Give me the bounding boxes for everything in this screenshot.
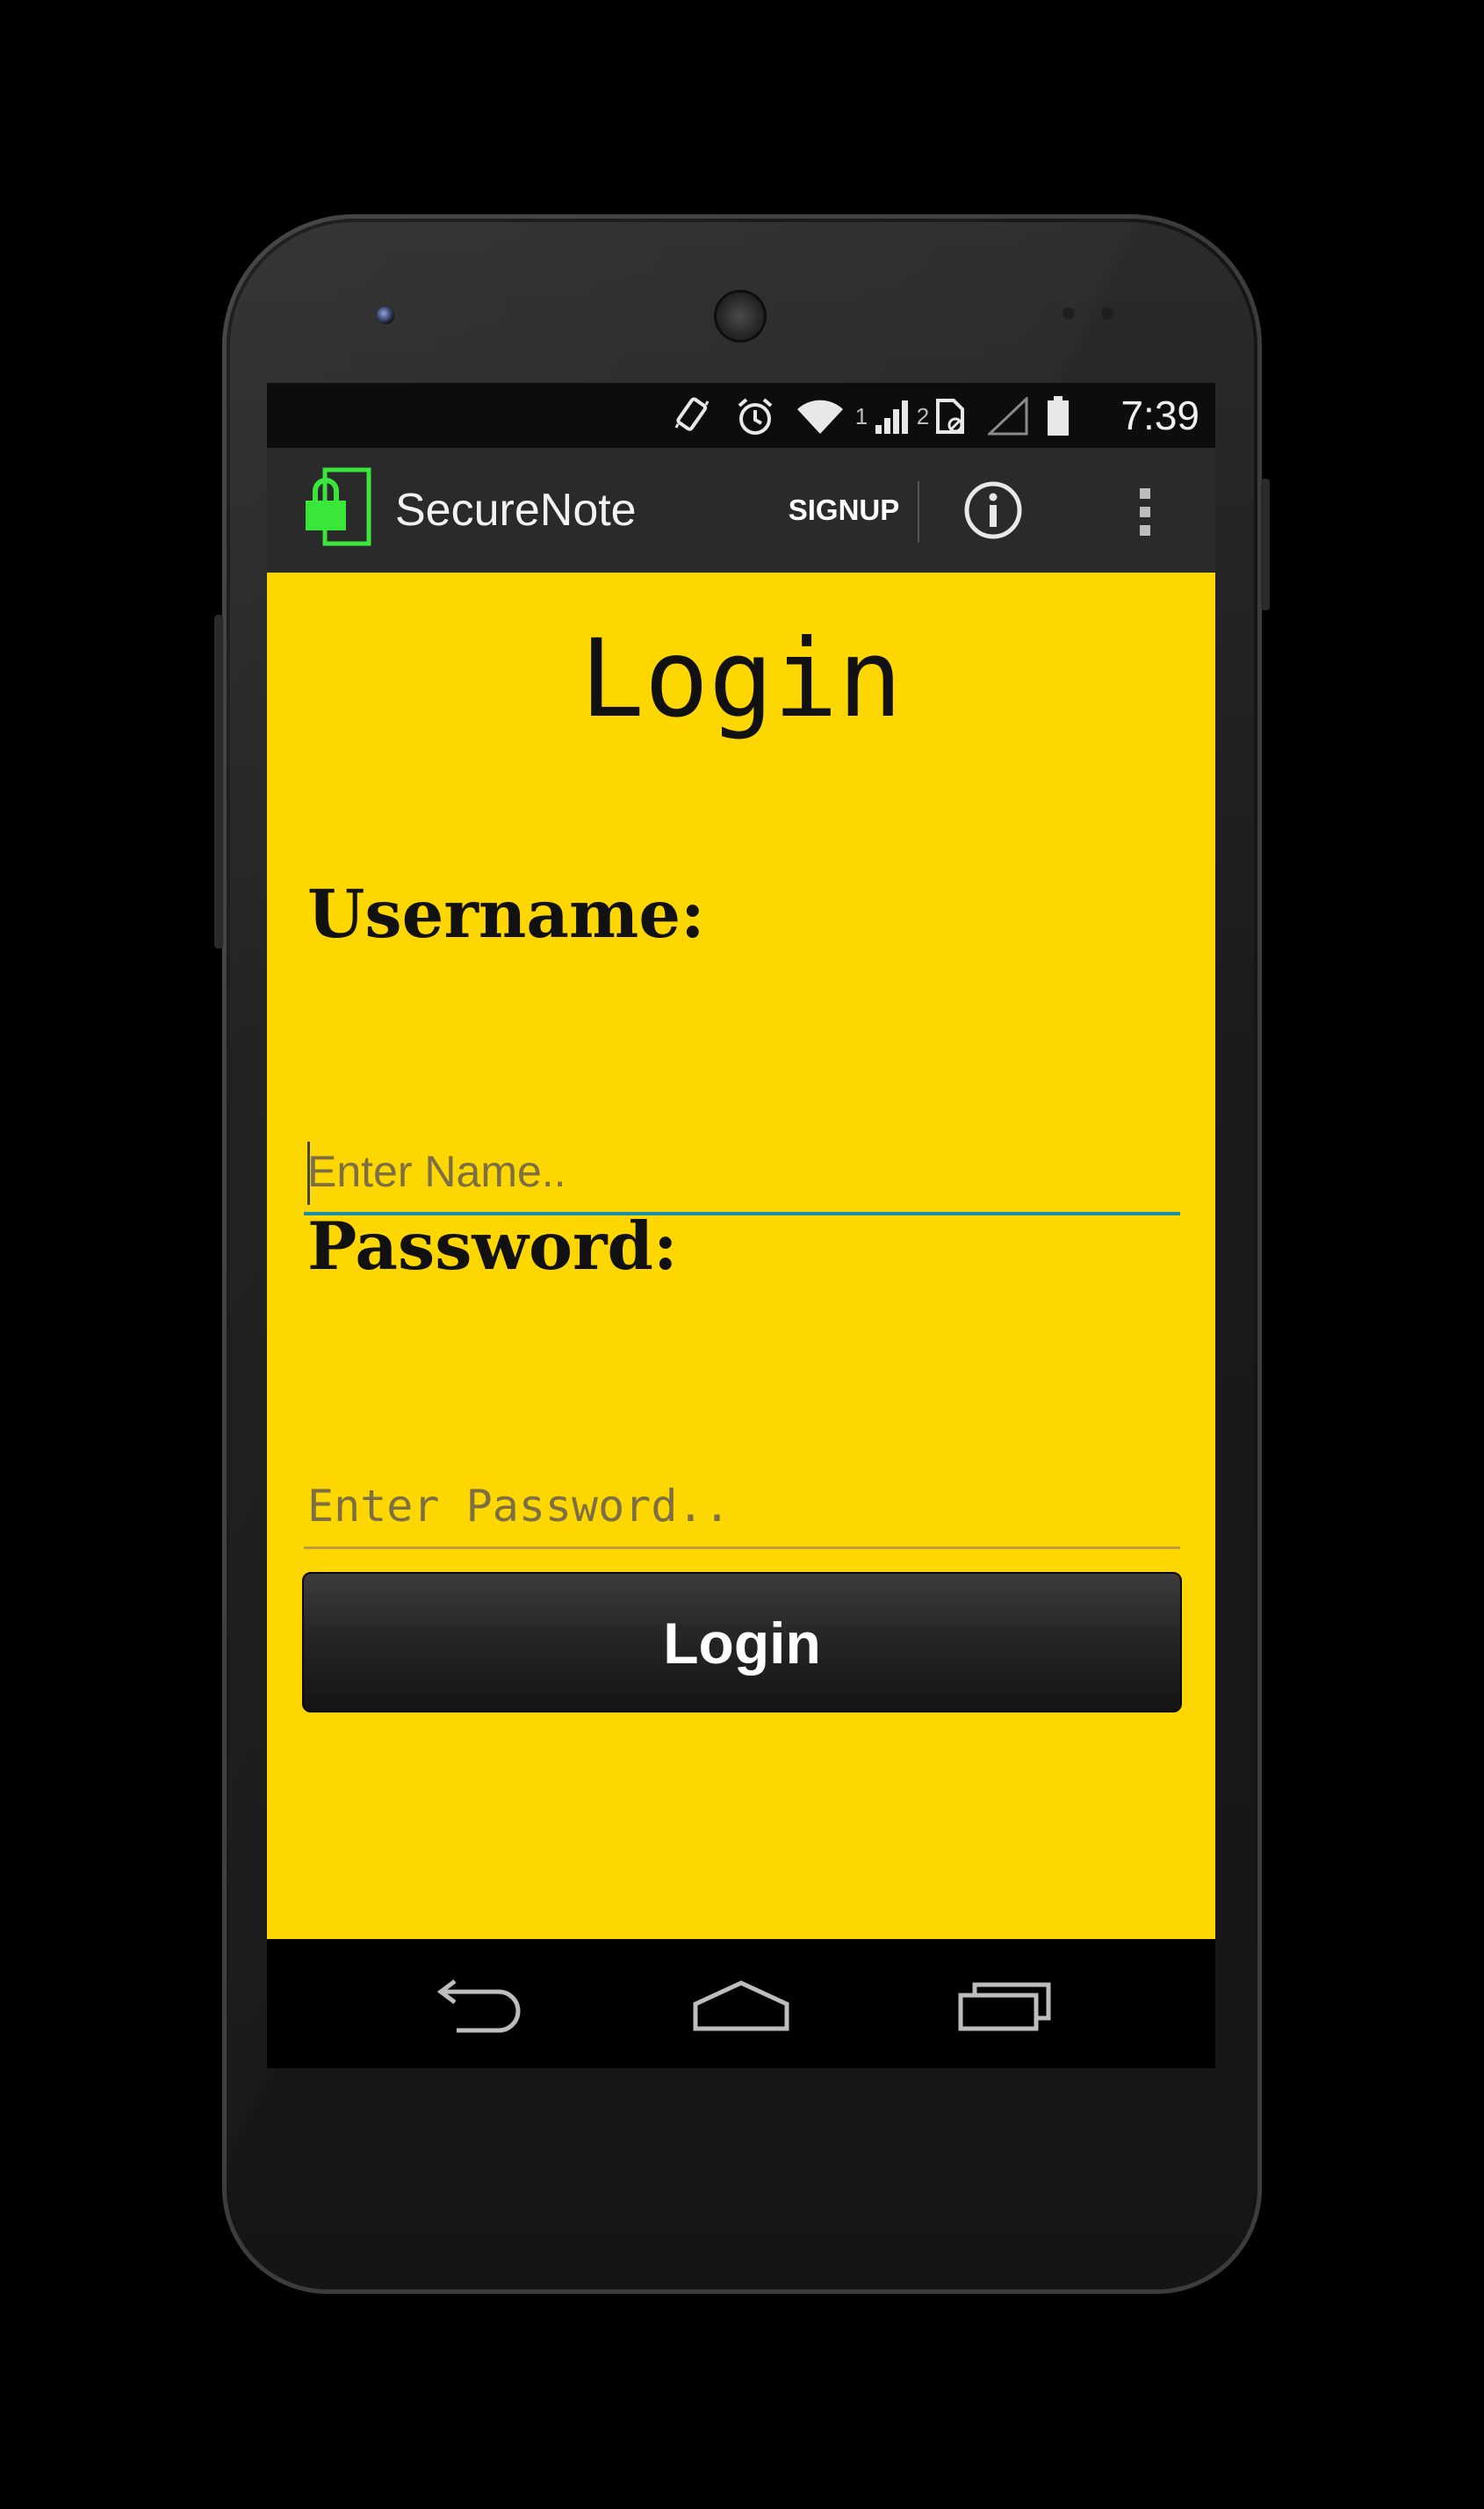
recent-apps-icon[interactable] <box>952 1974 1057 2036</box>
password-label: Password: <box>307 1208 678 1285</box>
screen: 1 2 7:39 SecureNote SIGNUP Login Usernam… <box>267 383 1215 2068</box>
signup-button[interactable]: SIGNUP <box>780 448 908 573</box>
overflow-menu-icon[interactable] <box>1132 481 1158 543</box>
login-form: Login Username: Password: Login <box>267 573 1215 1939</box>
username-input[interactable] <box>304 1131 1180 1215</box>
front-camera <box>377 306 394 324</box>
action-bar-divider <box>918 481 919 543</box>
signal-icon <box>873 395 913 437</box>
info-icon[interactable] <box>962 479 1024 541</box>
light-sensor <box>1101 307 1113 320</box>
login-button[interactable]: Login <box>302 1572 1182 1712</box>
page-title: Login <box>580 616 903 741</box>
username-label: Username: <box>307 876 705 953</box>
earpiece-speaker <box>714 290 767 342</box>
action-bar: SecureNote SIGNUP <box>267 448 1215 573</box>
no-signal-icon <box>987 395 1029 437</box>
password-input[interactable] <box>304 1465 1180 1549</box>
vibrate-icon <box>671 395 713 437</box>
lock-icon[interactable] <box>306 467 372 546</box>
text-cursor <box>307 1142 310 1205</box>
navigation-bar <box>267 1939 1215 2068</box>
app-title: SecureNote <box>395 485 637 536</box>
alarm-icon <box>732 395 778 437</box>
sim1-label: 1 <box>854 402 868 429</box>
proximity-sensor <box>1063 307 1075 320</box>
home-icon[interactable] <box>688 1974 794 2036</box>
sim-icon <box>933 395 968 437</box>
wifi-icon <box>794 395 846 437</box>
back-icon[interactable] <box>425 1974 530 2036</box>
battery-icon <box>1043 395 1073 437</box>
power-button <box>1261 479 1270 610</box>
status-bar: 1 2 7:39 <box>267 383 1215 448</box>
volume-button <box>214 615 223 948</box>
sim2-label: 2 <box>916 402 930 429</box>
clock: 7:39 <box>1120 393 1199 438</box>
